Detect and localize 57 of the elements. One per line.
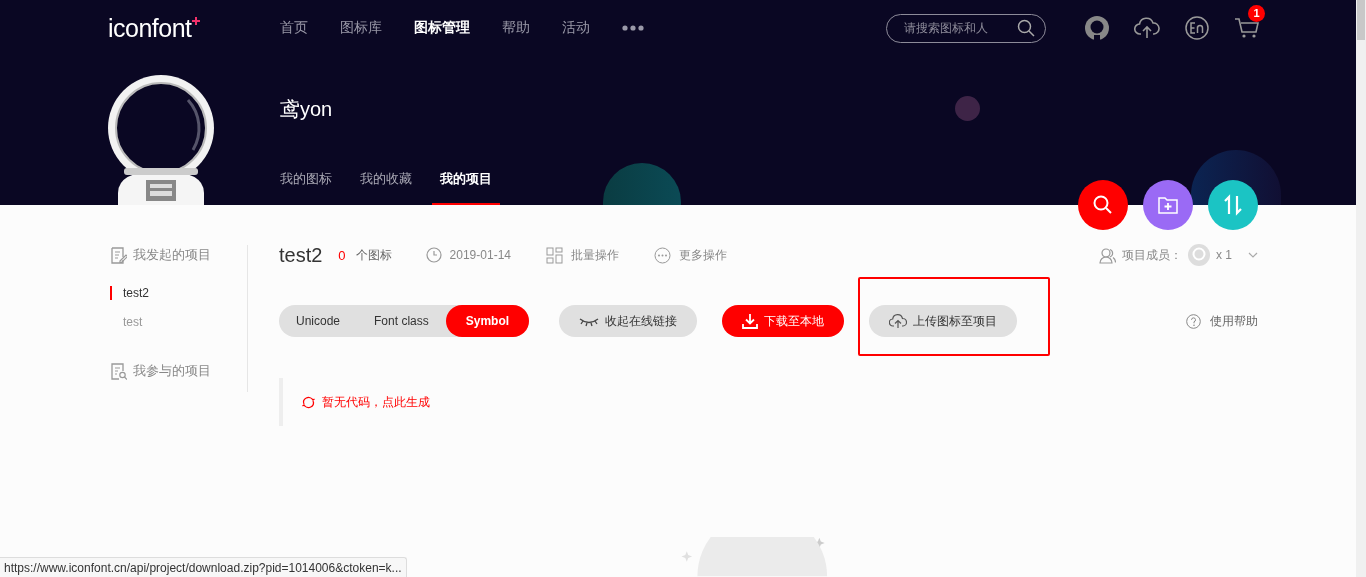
- code-format-tab[interactable]: Unicode: [279, 305, 358, 337]
- code-format-tab[interactable]: Font class: [357, 305, 446, 337]
- status-url: https://www.iconfont.cn/api/project/download.zip?pid=1014006&ctoken=k...: [0, 557, 407, 577]
- add-folder-button[interactable]: [1143, 180, 1193, 230]
- project-date: 2019-01-14: [449, 248, 511, 262]
- grid-icon: [546, 246, 563, 264]
- sort-button[interactable]: [1208, 180, 1258, 230]
- profile-tab[interactable]: 我的项目: [432, 170, 500, 205]
- scrollbar[interactable]: [1356, 0, 1366, 577]
- help-link[interactable]: 使用帮助: [1186, 312, 1258, 330]
- nav-link[interactable]: 图标库: [340, 19, 382, 37]
- sort-arrows-icon: [1222, 194, 1244, 216]
- folder-add-icon: [1157, 194, 1179, 216]
- decorative-circle: [955, 96, 980, 121]
- members-count: x 1: [1216, 248, 1232, 262]
- project-action[interactable]: 更多操作: [654, 246, 727, 264]
- nav-link[interactable]: 帮助: [502, 19, 530, 37]
- generate-code-link[interactable]: 暂无代码，点此生成: [279, 378, 1258, 426]
- nav-link[interactable]: 首页: [280, 19, 308, 37]
- nav-link[interactable]: 活动: [562, 19, 590, 37]
- more-icon[interactable]: [622, 25, 644, 31]
- members-icon: [1099, 246, 1116, 264]
- download-button[interactable]: 下载至本地: [722, 305, 845, 337]
- icon-count-label: 个图标: [355, 246, 392, 264]
- project-title: test2: [279, 243, 323, 267]
- user-name: 鸢yon: [280, 97, 333, 122]
- help-icon: [1186, 313, 1201, 329]
- member-avatar: [1188, 244, 1210, 266]
- toggle-button[interactable]: 收起在线链接: [559, 305, 698, 337]
- search-document-icon: [110, 362, 127, 380]
- search-icon[interactable]: [1017, 18, 1035, 37]
- upload-cloud-icon[interactable]: [1134, 17, 1160, 39]
- upload-cloud-icon: [889, 313, 908, 329]
- sidebar-section-title: 我发起的项目: [133, 246, 211, 264]
- project-action[interactable]: 批量操作: [546, 246, 619, 264]
- upload-button[interactable]: 上传图标至项目: [869, 305, 1018, 337]
- code-format-tab[interactable]: Symbol: [445, 305, 530, 337]
- icon-count: 0: [338, 247, 346, 263]
- more-circle-icon: [654, 246, 671, 264]
- nav-link[interactable]: 图标管理: [414, 19, 470, 37]
- edit-document-icon: [110, 246, 127, 264]
- sidebar-item[interactable]: test2: [110, 286, 247, 300]
- download-icon: [742, 313, 759, 329]
- cart-badge: 1: [1248, 5, 1265, 22]
- language-icon[interactable]: [1185, 16, 1209, 40]
- refresh-icon: [301, 395, 316, 409]
- search-field[interactable]: 请搜索图标和人: [886, 13, 1046, 43]
- clock-icon: [425, 247, 442, 263]
- search-icon: [1092, 194, 1114, 216]
- avatar-icon[interactable]: [1085, 16, 1109, 40]
- cart-icon[interactable]: [1234, 17, 1260, 39]
- sidebar-section-title: 我参与的项目: [133, 362, 211, 380]
- members-label: 项目成员：: [1122, 246, 1182, 264]
- logo[interactable]: iconfont: [108, 13, 280, 43]
- profile-tab[interactable]: 我的收藏: [352, 170, 420, 205]
- profile-tab[interactable]: 我的图标: [272, 170, 340, 205]
- search-button[interactable]: [1078, 180, 1128, 230]
